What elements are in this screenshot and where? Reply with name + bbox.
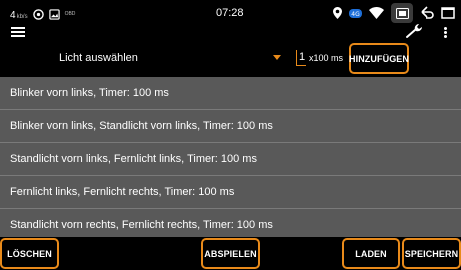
light-select-label: Licht auswählen [59,52,138,64]
add-button[interactable]: HINZUFÜGEN [349,43,409,74]
network-speed-unit: kb/s [16,14,28,20]
dropdown-arrow-icon [273,55,281,60]
list-item[interactable]: Standlicht vorn links, Fernlicht links, … [0,143,461,176]
delete-button[interactable]: LÖSCHEN [0,238,59,269]
list-item[interactable]: Blinker vorn links, Timer: 100 ms [0,77,461,110]
network-speed: 4kb/s [10,5,28,23]
status-bar: 4kb/s OBD 07:28 4G [0,0,461,26]
sequence-list: Blinker vorn links, Timer: 100 ms Blinke… [0,77,461,237]
screenshot-button[interactable] [391,3,413,23]
play-button[interactable]: ABSPIELEN [201,238,260,269]
message-icon [32,8,44,20]
duration-unit: x100 ms [309,53,344,63]
obd-label: OBD [64,11,76,17]
load-button[interactable]: LADEN [342,238,400,269]
list-item[interactable]: Fernlicht links, Fernlicht rechts, Timer… [0,176,461,209]
window-icon[interactable] [441,6,455,20]
status-left-group: 4kb/s OBD [10,5,75,23]
list-item[interactable]: Blinker vorn links, Standlicht vorn link… [0,110,461,143]
duration-input[interactable]: 1 [296,50,306,66]
more-vertical-icon[interactable] [444,27,448,39]
image-icon [48,8,60,20]
save-button[interactable]: SPEICHERN [402,238,461,269]
hamburger-menu-icon[interactable] [11,27,25,37]
network-speed-value: 4 [10,10,16,21]
network-badge-icon: 4G [349,8,362,18]
clock: 07:28 [216,7,244,19]
location-icon [333,7,342,19]
screenshot-icon [395,7,409,19]
svg-text:4G: 4G [351,11,360,18]
wifi-icon [369,7,384,19]
list-item[interactable]: Standlicht vorn rechts, Fernlicht rechts… [0,209,461,237]
back-icon[interactable] [420,6,434,20]
status-right-group: 4G [333,3,455,23]
wrench-icon[interactable] [405,23,425,39]
